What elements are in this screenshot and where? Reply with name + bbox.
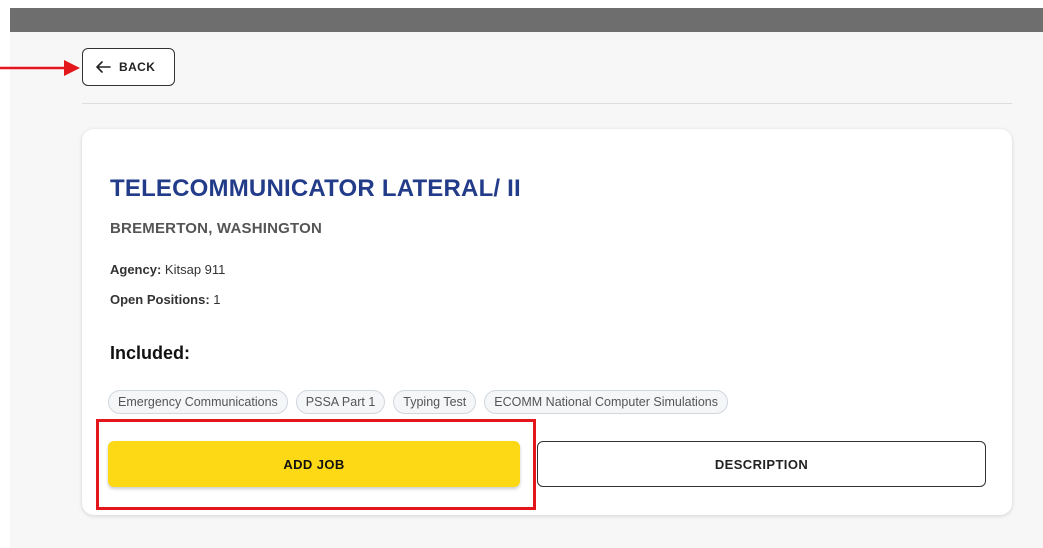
back-button[interactable]: BACK bbox=[82, 48, 175, 86]
top-bar bbox=[10, 8, 1043, 32]
open-positions-value: 1 bbox=[213, 292, 221, 307]
agency-value: Kitsap 911 bbox=[164, 262, 226, 277]
included-heading: Included: bbox=[110, 343, 190, 363]
tag-ecomm-simulations: ECOMM National Computer Simulations bbox=[484, 390, 728, 414]
job-title: TELECOMMUNICATOR LATERAL/ II bbox=[110, 175, 521, 202]
tag-emergency-communications: Emergency Communications bbox=[108, 390, 288, 414]
agency-row: Agency: Kitsap 911 bbox=[110, 262, 225, 277]
open-positions-label: Open Positions: bbox=[110, 292, 210, 307]
tag-pssa-part-1: PSSA Part 1 bbox=[295, 390, 386, 414]
description-button[interactable]: DESCRIPTION bbox=[537, 441, 986, 487]
add-job-button[interactable]: ADD JOB bbox=[108, 441, 520, 487]
back-button-label: BACK bbox=[119, 60, 156, 74]
included-tags: Emergency Communications PSSA Part 1 Typ… bbox=[108, 390, 728, 414]
tag-typing-test: Typing Test bbox=[393, 390, 477, 414]
job-location: BREMERTON, WASHINGTON bbox=[110, 220, 322, 237]
arrow-left-icon bbox=[95, 60, 111, 74]
divider bbox=[82, 103, 1012, 104]
agency-label: Agency: bbox=[110, 262, 162, 277]
open-positions-row: Open Positions: 1 bbox=[110, 292, 221, 307]
